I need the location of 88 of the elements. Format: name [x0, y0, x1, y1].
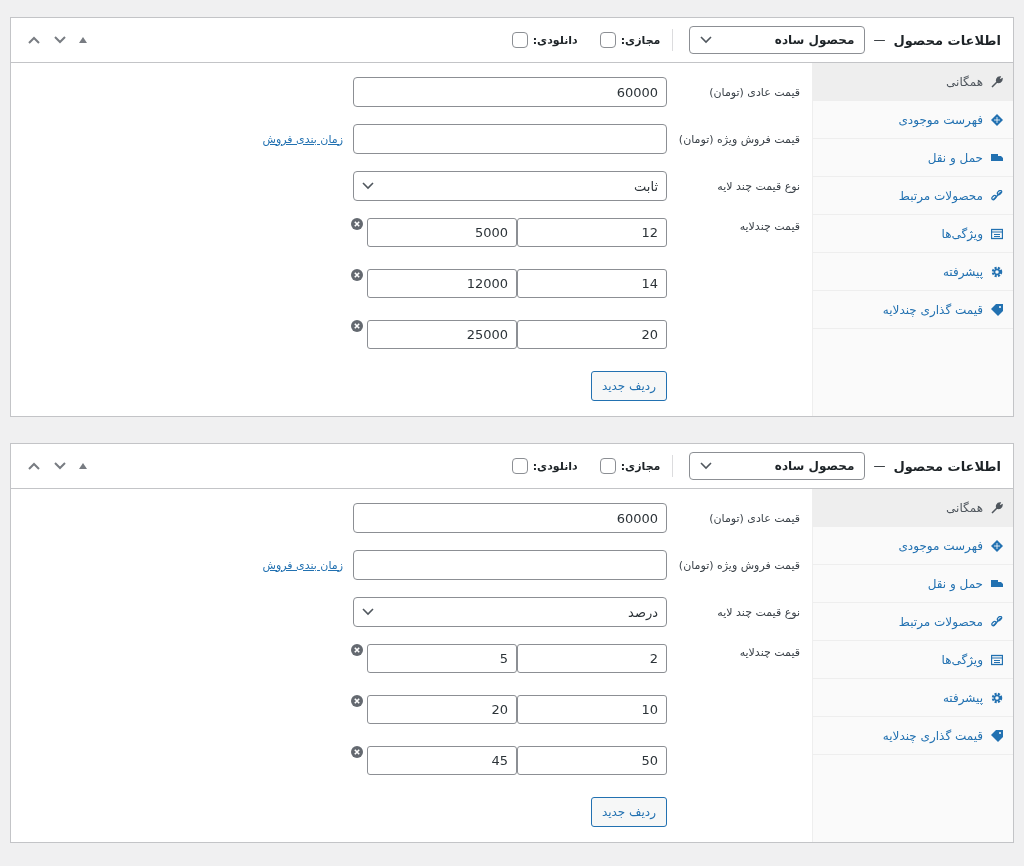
link-icon [991, 615, 1003, 628]
tag-icon [991, 303, 1003, 316]
sale-price-field[interactable] [353, 124, 667, 154]
virtual-checkbox[interactable] [599, 458, 616, 474]
virtual-label: مجازی: [620, 33, 661, 47]
wrench-icon [991, 75, 1003, 88]
move-down-icon[interactable] [53, 35, 67, 45]
chevron-down-icon [700, 462, 713, 470]
tag-icon [991, 729, 1003, 742]
remove-icon[interactable] [351, 644, 363, 656]
remove-icon[interactable] [351, 320, 363, 332]
collapse-triangle-icon[interactable] [79, 463, 87, 469]
sale-price-field[interactable] [353, 550, 667, 580]
truck-icon [991, 151, 1003, 164]
price-field[interactable]: 25000 [367, 320, 517, 349]
regular-price-field[interactable]: 60000 [353, 503, 667, 533]
quantity-field[interactable]: 50 [517, 746, 667, 775]
sidebar-tab[interactable]: ویژگی‌ها [813, 641, 1013, 679]
downloadable-checkbox[interactable] [511, 458, 528, 474]
product-type-select[interactable]: محصول ساده [689, 26, 866, 54]
wrench-icon [991, 501, 1003, 514]
sidebar-tab[interactable]: فهرست موجودی [813, 527, 1013, 565]
field-label: قیمت چندلایه [738, 645, 801, 659]
field-label: قیمت فروش ویژه (تومان) [677, 132, 801, 146]
sidebar-tab[interactable]: پیشرفته [813, 679, 1013, 717]
sidebar-tab[interactable]: فهرست موجودی [813, 101, 1013, 139]
remove-icon[interactable] [351, 218, 363, 230]
regular-price-field[interactable]: 60000 [353, 77, 667, 107]
price-field[interactable]: 45 [367, 746, 517, 775]
field-label: قیمت عادی (تومان) [708, 511, 801, 525]
price-field[interactable]: 5 [367, 644, 517, 673]
field-label: قیمت عادی (تومان) [708, 85, 801, 99]
move-up-icon[interactable] [27, 461, 41, 471]
schedule-sale-link[interactable]: زمان بندی فروش [262, 132, 343, 146]
downloadable-checkbox[interactable] [511, 32, 528, 48]
list-icon [991, 227, 1003, 240]
sidebar-tab[interactable]: محصولات مرتبط [813, 603, 1013, 641]
new-row-button[interactable]: ردیف جدید [590, 797, 667, 827]
product-type-select[interactable]: محصول ساده [689, 452, 866, 480]
gear-icon [991, 265, 1003, 278]
chevron-down-icon [700, 36, 713, 44]
field-label: نوع قیمت چند لایه [716, 179, 801, 193]
collapse-triangle-icon[interactable] [79, 37, 87, 43]
remove-icon[interactable] [351, 269, 363, 281]
field-label: نوع قیمت چند لایه [716, 605, 801, 619]
quantity-field[interactable]: 10 [517, 695, 667, 724]
tier-type-select[interactable]: درصد [353, 597, 667, 627]
price-field[interactable]: 5000 [367, 218, 517, 247]
panel-title: اطلاعات محصول [893, 458, 1001, 474]
sidebar-tab[interactable]: قیمت گذاری چندلایه [813, 717, 1013, 755]
sidebar-tab[interactable]: ویژگی‌ها [813, 215, 1013, 253]
move-down-icon[interactable] [53, 461, 67, 471]
truck-icon [991, 577, 1003, 590]
tag-grid-icon [991, 113, 1003, 126]
field-label: قیمت فروش ویژه (تومان) [677, 558, 801, 572]
link-icon [991, 189, 1003, 202]
downloadable-label: دانلودی: [532, 33, 578, 47]
sidebar-tab[interactable]: حمل و نقل [813, 565, 1013, 603]
dash-separator: — [873, 459, 886, 473]
sidebar-tab[interactable]: همگانی [813, 63, 1013, 101]
remove-icon[interactable] [351, 746, 363, 758]
chevron-down-icon [362, 608, 374, 616]
quantity-field[interactable]: 14 [517, 269, 667, 298]
virtual-label: مجازی: [620, 459, 661, 473]
field-label: قیمت چندلایه [738, 219, 801, 233]
list-icon [991, 653, 1003, 666]
new-row-button[interactable]: ردیف جدید [590, 371, 667, 401]
sidebar-tab[interactable]: قیمت گذاری چندلایه [813, 291, 1013, 329]
panel-title: اطلاعات محصول [893, 32, 1001, 48]
gear-icon [991, 691, 1003, 704]
dash-separator: — [873, 33, 886, 47]
tag-grid-icon [991, 539, 1003, 552]
quantity-field[interactable]: 20 [517, 320, 667, 349]
sidebar-tab[interactable]: همگانی [813, 489, 1013, 527]
remove-icon[interactable] [351, 695, 363, 707]
tier-type-select[interactable]: ثابت [353, 171, 667, 201]
quantity-field[interactable]: 2 [517, 644, 667, 673]
sidebar-tab[interactable]: محصولات مرتبط [813, 177, 1013, 215]
quantity-field[interactable]: 12 [517, 218, 667, 247]
schedule-sale-link[interactable]: زمان بندی فروش [262, 558, 343, 572]
chevron-down-icon [362, 182, 374, 190]
sidebar-tab[interactable]: پیشرفته [813, 253, 1013, 291]
move-up-icon[interactable] [27, 35, 41, 45]
price-field[interactable]: 20 [367, 695, 517, 724]
price-field[interactable]: 12000 [367, 269, 517, 298]
downloadable-label: دانلودی: [532, 459, 578, 473]
virtual-checkbox[interactable] [599, 32, 616, 48]
sidebar-tab[interactable]: حمل و نقل [813, 139, 1013, 177]
